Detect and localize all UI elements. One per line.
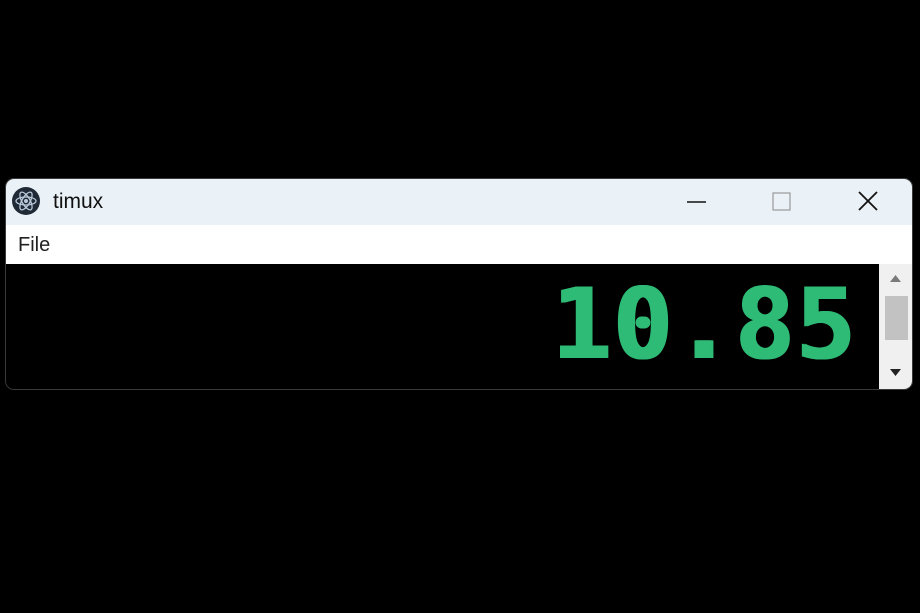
scroll-thumb[interactable] <box>885 296 908 340</box>
vertical-scrollbar[interactable] <box>879 264 912 389</box>
title-bar[interactable]: timux <box>6 179 912 225</box>
scroll-down-button[interactable] <box>879 359 912 389</box>
app-window: timux File 10.85 <box>6 179 912 389</box>
display-panel: 10.85 <box>6 264 879 389</box>
minimize-icon <box>687 201 706 203</box>
minimize-button[interactable] <box>654 179 740 225</box>
menu-bar: File <box>6 225 912 264</box>
maximize-icon <box>772 192 791 211</box>
electron-atom-icon <box>12 187 40 215</box>
scroll-up-arrow-icon <box>890 275 901 282</box>
close-icon <box>858 191 878 211</box>
close-button[interactable] <box>826 179 912 225</box>
scroll-down-arrow-icon <box>890 369 901 376</box>
window-title: timux <box>53 190 104 213</box>
time-readout: 10.85 <box>551 268 857 382</box>
scroll-up-button[interactable] <box>879 264 912 294</box>
menu-item-file[interactable]: File <box>18 233 50 257</box>
maximize-button[interactable] <box>740 179 826 225</box>
